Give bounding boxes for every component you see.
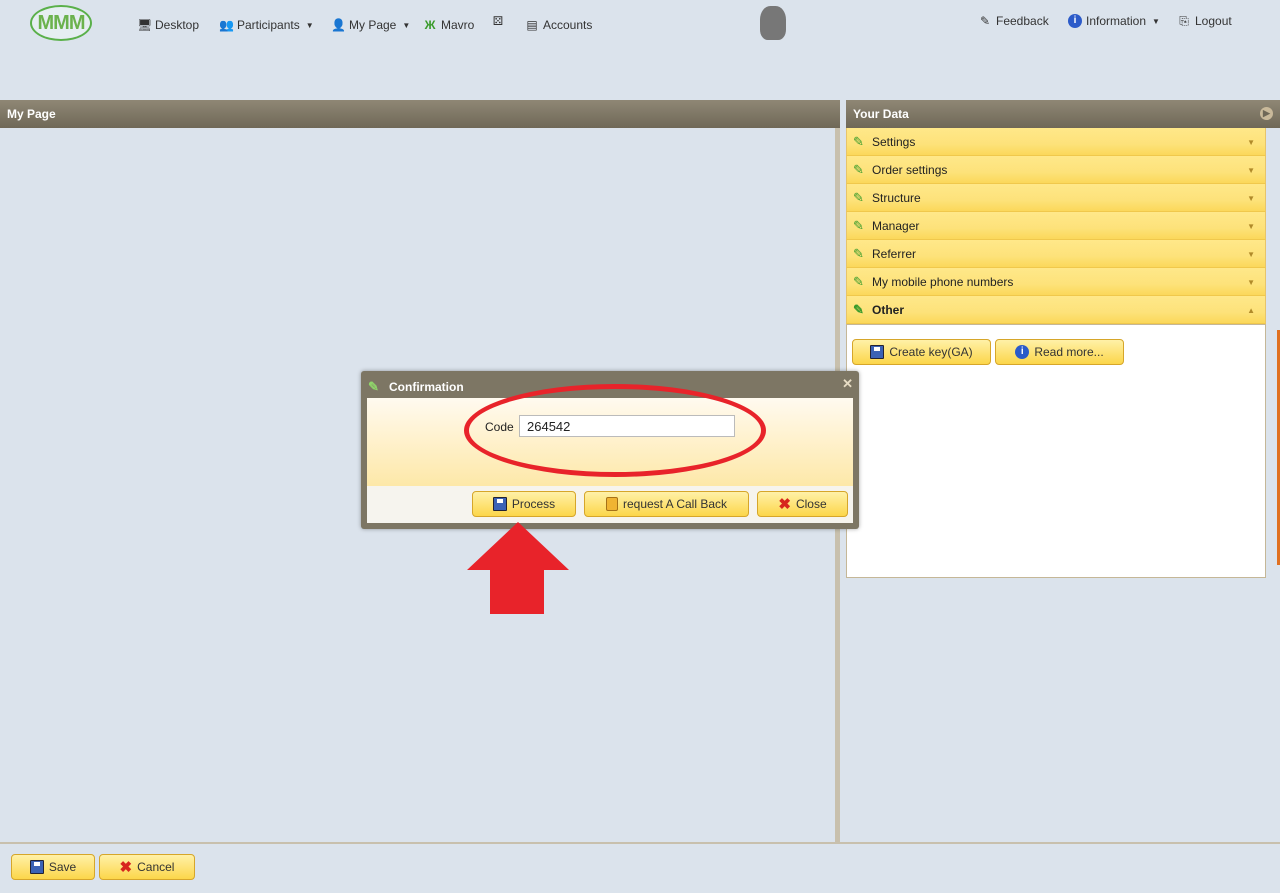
- feedback-icon: ✎: [979, 14, 991, 28]
- nav-my-page[interactable]: 👤 My Page ▼: [331, 18, 410, 32]
- dialog-title-bar: ✎ Confirmation: [368, 379, 464, 395]
- save-label: Save: [48, 860, 77, 874]
- accordion-item-order-settings[interactable]: ✎ Order settings ▼: [846, 156, 1266, 184]
- my-page-panel-header: My Page: [0, 100, 840, 128]
- accordion-label: Other: [872, 302, 905, 317]
- nav-participants[interactable]: 👥 Participants ▼: [219, 18, 314, 32]
- accordion-item-manager[interactable]: ✎ Manager ▼: [846, 212, 1266, 240]
- cancel-button[interactable]: ✖ Cancel: [99, 854, 195, 880]
- nav-my-page-label: My Page: [349, 18, 397, 32]
- participants-icon: 👥: [219, 18, 234, 32]
- desktop-icon: 🖥: [137, 18, 153, 32]
- logout-icon: ⎘: [1179, 14, 1189, 28]
- chevron-down-icon: ▼: [1247, 194, 1255, 203]
- info-icon: i: [1015, 345, 1030, 359]
- nav-information[interactable]: i Information ▼: [1068, 14, 1160, 28]
- accordion-item-other[interactable]: ✎ Other ▲: [846, 296, 1266, 324]
- accordion-item-mobile-phone-numbers[interactable]: ✎ My mobile phone numbers ▼: [846, 268, 1266, 296]
- cancel-label: Cancel: [137, 860, 175, 874]
- chevron-up-icon: ▲: [1247, 306, 1255, 315]
- user-icon: 👤: [331, 18, 346, 32]
- create-key-label: Create key(GA): [889, 345, 973, 359]
- nav-logout-label: Logout: [1195, 14, 1232, 28]
- chevron-down-icon: ▼: [1247, 222, 1255, 231]
- chevron-down-icon: ▼: [402, 20, 411, 30]
- cancel-icon: ✖: [119, 859, 133, 876]
- accordion-item-structure[interactable]: ✎ Structure ▼: [846, 184, 1266, 212]
- nav-participants-label: Participants: [237, 18, 300, 32]
- dialog-footer: Process request A Call Back ✖ Close: [367, 486, 853, 523]
- nav-mavro[interactable]: Ж Mavro: [423, 18, 475, 32]
- mavro-icon: Ж: [424, 18, 436, 32]
- your-data-accordion: ✎ Settings ▼ ✎ Order settings ▼ ✎ Struct…: [846, 128, 1266, 324]
- collapse-icon[interactable]: ▶: [1260, 107, 1273, 120]
- process-button[interactable]: Process: [472, 491, 576, 517]
- nav-accounts[interactable]: ▤ Accounts: [525, 18, 592, 32]
- pencil-icon: ✎: [368, 379, 379, 394]
- phone-icon: [605, 497, 618, 511]
- nav-logout[interactable]: ⎘ Logout: [1177, 14, 1232, 28]
- accordion-label: Settings: [872, 134, 916, 149]
- nav-dice[interactable]: ⚄: [491, 14, 505, 28]
- request-call-back-label: request A Call Back: [622, 497, 728, 511]
- nav-feedback[interactable]: ✎ Feedback: [978, 14, 1049, 28]
- wolf-icon: [760, 6, 786, 40]
- accordion-label: Order settings: [872, 162, 948, 177]
- pencil-icon: ✎: [853, 161, 864, 177]
- chevron-down-icon: ▼: [1152, 16, 1160, 26]
- panel-title: Your Data: [853, 107, 909, 121]
- save-icon: [492, 497, 507, 511]
- process-label: Process: [511, 497, 556, 511]
- chevron-down-icon: ▼: [1247, 138, 1255, 147]
- pencil-icon: ✎: [853, 189, 864, 205]
- close-label: Close: [795, 497, 827, 511]
- save-icon: [870, 345, 885, 359]
- accordion-item-referrer[interactable]: ✎ Referrer ▼: [846, 240, 1266, 268]
- save-button[interactable]: Save: [11, 854, 95, 880]
- accordion-label: Structure: [872, 190, 921, 205]
- request-call-back-button[interactable]: request A Call Back: [584, 491, 749, 517]
- accordion-label: Referrer: [872, 246, 917, 261]
- pencil-icon: ✎: [853, 245, 864, 261]
- pencil-icon: ✎: [853, 133, 864, 149]
- nav-mavro-label: Mavro: [441, 18, 475, 32]
- chevron-down-icon: ▼: [1247, 250, 1255, 259]
- annotation-ellipse: [464, 384, 766, 477]
- close-icon: ✖: [778, 496, 791, 513]
- dialog-title: Confirmation: [389, 380, 464, 394]
- mmm-logo[interactable]: MMM: [30, 5, 92, 41]
- pencil-icon: ✎: [853, 301, 864, 317]
- panel-title: My Page: [7, 107, 56, 121]
- chevron-down-icon: ▼: [1247, 166, 1255, 175]
- chevron-down-icon: ▼: [1247, 278, 1255, 287]
- close-icon[interactable]: ✕: [842, 376, 853, 392]
- nav-accounts-label: Accounts: [543, 18, 593, 32]
- annotation-arrow-icon: [467, 522, 569, 614]
- nav-desktop-label: Desktop: [155, 18, 200, 32]
- read-more-label: Read more...: [1034, 345, 1104, 359]
- dice-icon: ⚄: [492, 14, 504, 28]
- close-button[interactable]: ✖ Close: [757, 491, 848, 517]
- your-data-panel-header: Your Data ▶: [846, 100, 1280, 128]
- top-navigation: MMM 🖥 Desktop 👥 Participants ▼ 👤 My Page…: [0, 0, 1280, 50]
- pencil-icon: ✎: [853, 217, 864, 233]
- save-icon: [29, 860, 44, 874]
- logo-text: MMM: [37, 11, 86, 34]
- read-more-button[interactable]: i Read more...: [995, 339, 1124, 365]
- accordion-item-settings[interactable]: ✎ Settings ▼: [846, 128, 1266, 156]
- accordion-label: My mobile phone numbers: [872, 274, 1014, 289]
- nav-information-label: Information: [1086, 14, 1147, 28]
- chevron-down-icon: ▼: [305, 20, 314, 30]
- pencil-icon: ✎: [853, 273, 864, 289]
- accordion-label: Manager: [872, 218, 920, 233]
- nav-desktop[interactable]: 🖥 Desktop: [137, 18, 199, 32]
- create-key-button[interactable]: Create key(GA): [852, 339, 991, 365]
- nav-feedback-label: Feedback: [996, 14, 1049, 28]
- info-icon: i: [1068, 14, 1082, 28]
- accounts-icon: ▤: [526, 18, 538, 32]
